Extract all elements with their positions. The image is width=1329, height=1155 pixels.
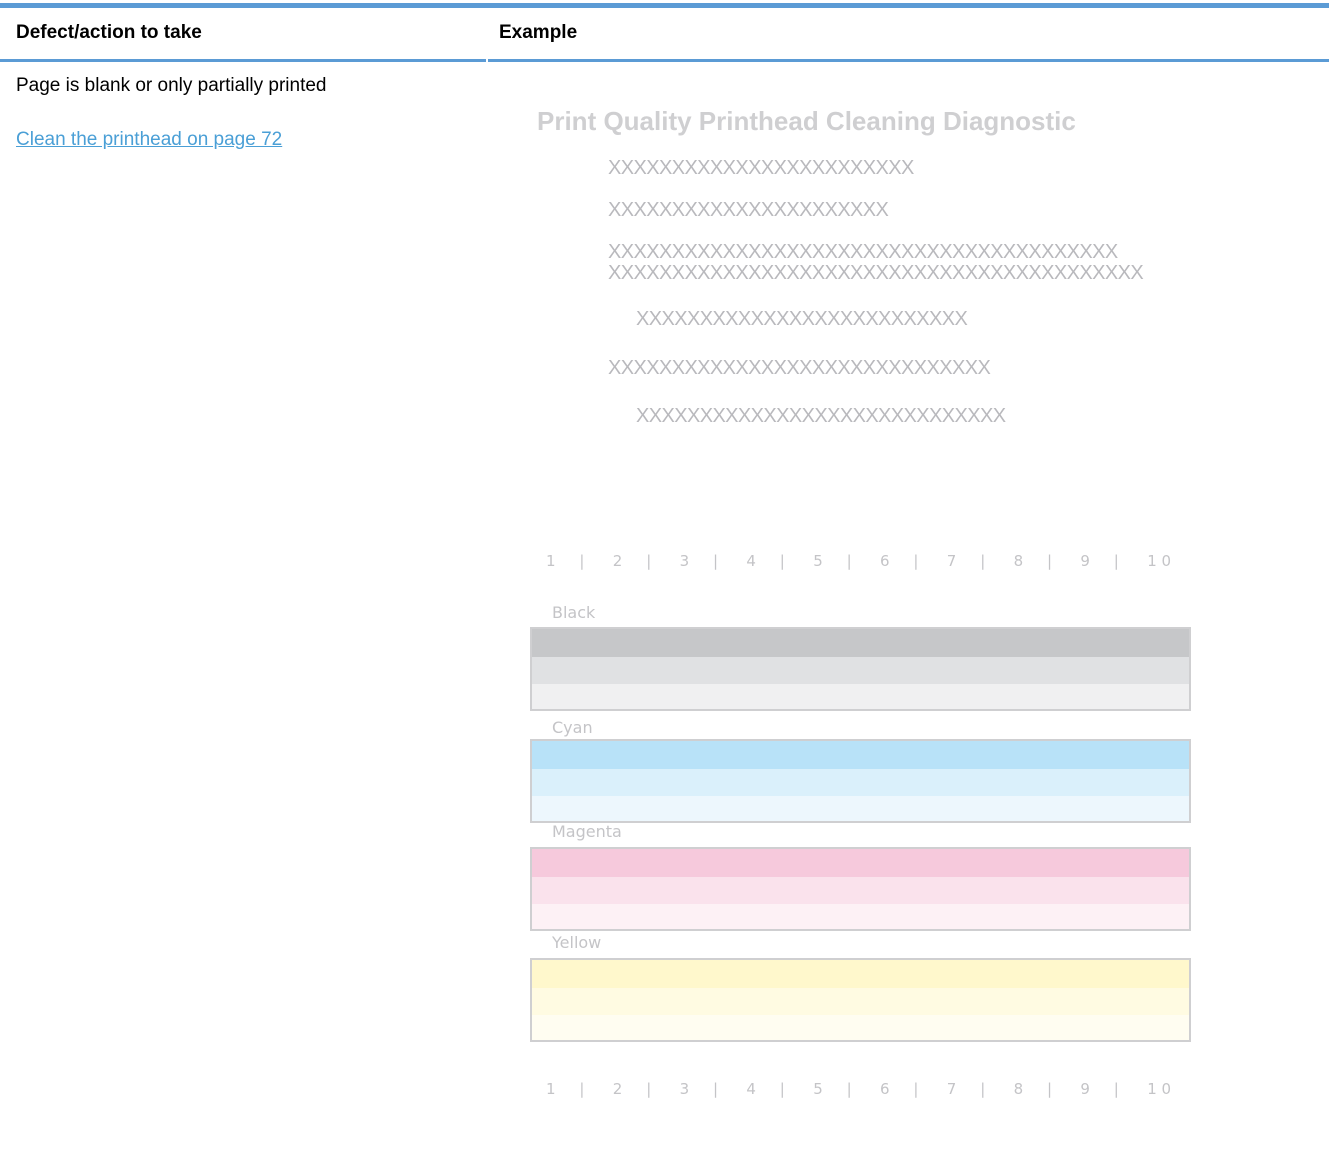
manual-page: Defect/action to take Example Page is bl…: [0, 0, 1329, 1155]
clean-printhead-link[interactable]: Clean the printhead on page 72: [16, 129, 282, 151]
ruler-number: 4: [746, 1080, 756, 1098]
defect-description: Page is blank or only partially printed: [16, 75, 327, 96]
x-pattern-line: XXXXXXXXXXXXXXXXXXXXXX: [608, 199, 889, 221]
x-pattern-line: XXXXXXXXXXXXXXXXXXXXXXXXXXXXXX: [608, 357, 991, 379]
example-title: Print Quality Printhead Cleaning Diagnos…: [537, 106, 1076, 136]
ruler-number: 3: [679, 552, 690, 570]
ruler-divider: |: [1113, 552, 1119, 570]
x-pattern-line: XXXXXXXXXXXXXXXXXXXXXXXXXXXXX: [636, 405, 1006, 427]
ruler-number: 2: [612, 552, 623, 570]
swatch-band: [532, 629, 1189, 657]
ruler-divider: |: [980, 1080, 986, 1098]
swatch-black: [530, 627, 1191, 711]
swatch-band: [532, 904, 1189, 929]
ruler-divider: |: [1113, 1080, 1119, 1098]
ruler-divider: |: [980, 552, 986, 570]
ruler-divider: |: [846, 552, 852, 570]
ruler-divider: |: [779, 552, 785, 570]
color-label-black: Black: [552, 603, 596, 622]
color-label-yellow: Yellow: [552, 933, 602, 952]
ruler-number: 8: [1013, 552, 1024, 570]
ruler-number: 2: [612, 1080, 623, 1098]
ruler-divider: |: [713, 552, 719, 570]
ruler-number: 7: [946, 1080, 957, 1098]
swatch-band: [532, 960, 1189, 988]
ruler-divider: |: [1047, 552, 1053, 570]
ruler-number: 1: [546, 552, 556, 570]
swatch-yellow: [530, 958, 1191, 1042]
ruler-divider: |: [913, 1080, 919, 1098]
ruler-number: 4: [746, 552, 756, 570]
swatch-band: [532, 1015, 1189, 1040]
table-header-row: Defect/action to take Example: [0, 8, 1329, 60]
header-example: Example: [499, 22, 578, 43]
ruler-divider: |: [579, 552, 585, 570]
ruler-number: 5: [813, 552, 823, 570]
ruler-divider: |: [846, 1080, 852, 1098]
swatch-band: [532, 741, 1189, 769]
ruler-number: 8: [1013, 1080, 1024, 1098]
swatch-band: [532, 796, 1189, 821]
ruler-divider: |: [646, 1080, 652, 1098]
ruler-divider: |: [779, 1080, 785, 1098]
header-rule-right: [488, 59, 1329, 62]
color-label-cyan: Cyan: [552, 718, 593, 737]
ruler-top: 1 | 2 | 3 | 4 | 5 | 6 | 7 | 8 | 9 | 1 0: [540, 552, 1180, 572]
swatch-band: [532, 684, 1189, 709]
ruler-number: 1 0: [1147, 1080, 1172, 1098]
ruler-divider: |: [913, 552, 919, 570]
swatch-band: [532, 769, 1189, 796]
swatch-band: [532, 657, 1189, 684]
swatch-band: [532, 877, 1189, 904]
swatch-band: [532, 849, 1189, 877]
ruler-number: 1 0: [1147, 552, 1172, 570]
ruler-number: 9: [1080, 1080, 1090, 1098]
header-defect-action: Defect/action to take: [16, 22, 202, 43]
ruler-bottom: 1 | 2 | 3 | 4 | 5 | 6 | 7 | 8 | 9 | 1 0: [540, 1080, 1180, 1100]
x-pattern-line: XXXXXXXXXXXXXXXXXXXXXXXXXX: [636, 308, 968, 330]
ruler-divider: |: [1047, 1080, 1053, 1098]
ruler-number: 5: [813, 1080, 823, 1098]
ruler-number: 6: [880, 1080, 890, 1098]
x-pattern-line: XXXXXXXXXXXXXXXXXXXXXXXX: [608, 157, 914, 179]
swatch-magenta: [530, 847, 1191, 931]
ruler-divider: |: [646, 552, 652, 570]
ruler-number: 1: [546, 1080, 556, 1098]
ruler-divider: |: [713, 1080, 719, 1098]
swatch-band: [532, 988, 1189, 1015]
header-rule-left: [0, 59, 486, 62]
x-pattern-line: XXXXXXXXXXXXXXXXXXXXXXXXXXXXXXXXXXXXXXXX…: [608, 262, 1144, 284]
ruler-number: 7: [946, 552, 957, 570]
ruler-number: 3: [679, 1080, 690, 1098]
color-label-magenta: Magenta: [552, 822, 622, 841]
swatch-cyan: [530, 739, 1191, 823]
ruler-number: 9: [1080, 552, 1090, 570]
x-pattern-line: XXXXXXXXXXXXXXXXXXXXXXXXXXXXXXXXXXXXXXXX: [608, 241, 1118, 263]
ruler-divider: |: [579, 1080, 585, 1098]
ruler-number: 6: [880, 552, 890, 570]
